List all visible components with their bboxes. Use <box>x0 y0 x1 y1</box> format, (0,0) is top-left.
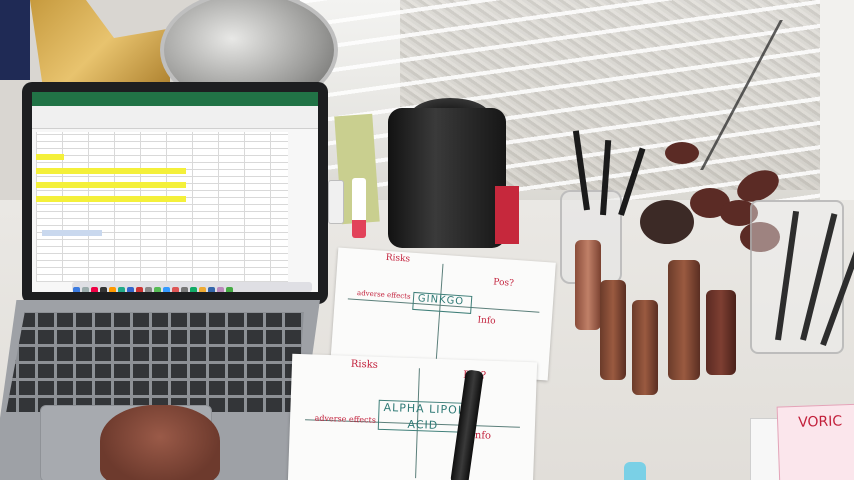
red-lipstick-box <box>495 186 519 244</box>
brush-bristles <box>665 142 699 164</box>
small-vial <box>328 180 344 224</box>
card-heading-risks: Risks <box>385 253 411 265</box>
spreadsheet-grid <box>36 132 288 282</box>
spreadsheet-title-bar <box>32 92 318 106</box>
app-icon <box>82 287 89 292</box>
app-icon <box>109 287 116 292</box>
foundation-bottle <box>575 240 601 330</box>
app-icon <box>127 287 134 292</box>
app-icon <box>154 287 161 292</box>
app-icon <box>217 287 224 292</box>
app-icon <box>199 287 206 292</box>
spreadsheet-ribbon <box>32 106 318 129</box>
nail-polish-bottle <box>352 178 366 238</box>
selected-cells <box>42 230 102 236</box>
app-icon <box>181 287 188 292</box>
notecard-alpha-lipoic-acid: Risks Pos? ALPHA LIPOIC ACID adverse eff… <box>287 353 538 480</box>
app-icon <box>136 287 143 292</box>
app-icon <box>226 287 233 292</box>
app-icon <box>208 287 215 292</box>
highlighted-row <box>36 196 186 202</box>
highlighted-row <box>36 168 186 174</box>
foundation-bottle <box>706 290 736 375</box>
card-divider <box>435 264 444 364</box>
hand <box>100 405 220 480</box>
photo-scene: Risks Pos? GINKGO adverse effects Info R… <box>0 0 854 480</box>
highlighted-row <box>36 182 186 188</box>
app-icon <box>163 287 170 292</box>
app-icon <box>145 287 152 292</box>
foundation-bottle <box>632 300 658 395</box>
app-icon <box>172 287 179 292</box>
card-heading-pos: Pos? <box>492 277 515 289</box>
brush-bristles <box>640 200 694 244</box>
highlighted-row <box>36 154 64 160</box>
app-icon <box>118 287 125 292</box>
keyboard-rows <box>6 312 304 412</box>
blue-cap <box>624 462 646 480</box>
card-title-line2: ACID <box>407 417 439 432</box>
pink-notecard: VORIC <box>776 403 854 480</box>
laptop-display <box>32 92 318 292</box>
app-icon <box>73 287 80 292</box>
app-icon <box>91 287 98 292</box>
card-heading-risks: Risks <box>350 358 379 371</box>
card-heading-adverse: adverse effects <box>314 413 377 425</box>
card-heading-info: Info <box>477 315 496 327</box>
app-icon <box>100 287 107 292</box>
gold-decor-letter <box>30 0 170 95</box>
macos-dock <box>72 282 312 292</box>
black-canister <box>388 108 506 248</box>
foundation-bottle <box>600 280 626 380</box>
bedpost <box>0 0 30 80</box>
app-icon <box>190 287 197 292</box>
pink-card-title: VORIC <box>797 413 843 431</box>
foundation-bottle <box>668 260 700 380</box>
